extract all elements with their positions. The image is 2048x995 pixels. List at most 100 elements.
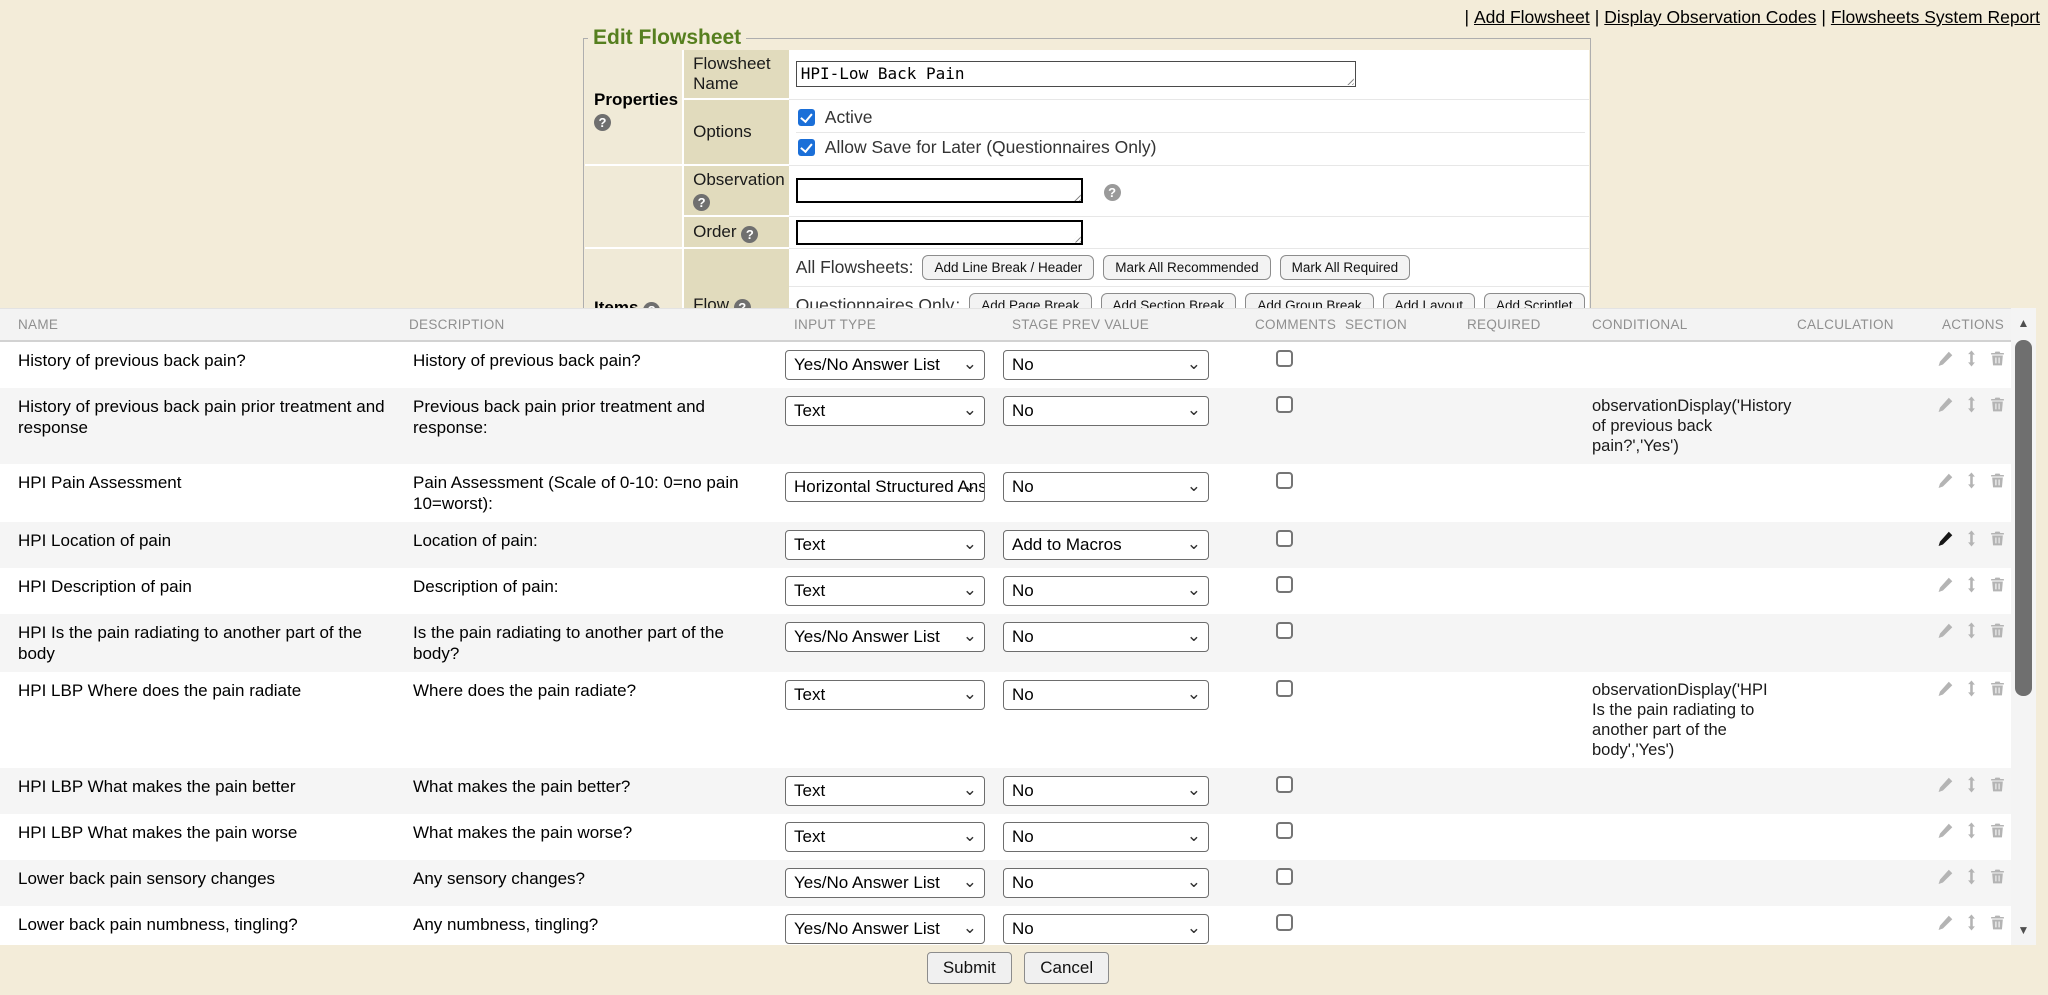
scrollbar-thumb[interactable] (2015, 340, 2032, 696)
delete-trash-icon[interactable] (1989, 914, 2006, 931)
edit-pencil-icon[interactable] (1937, 472, 1954, 489)
comments-checkbox[interactable] (1276, 622, 1293, 639)
comments-cell (1246, 464, 1336, 522)
delete-trash-icon[interactable] (1989, 576, 2006, 593)
option-checkbox-label: Allow Save for Later (Questionnaires Onl… (825, 137, 1157, 158)
comments-cell (1246, 906, 1336, 946)
edit-pencil-icon[interactable] (1937, 776, 1954, 793)
stage-prev-value-select[interactable]: No⌄ (1003, 576, 1209, 606)
reorder-updown-icon[interactable] (1963, 680, 1980, 697)
delete-trash-icon[interactable] (1989, 822, 2006, 839)
input-type-select[interactable]: Text⌄ (785, 530, 985, 560)
flowsheet-items-panel: NAMEDESCRIPTIONINPUT TYPESTAGE PREV VALU… (0, 308, 2036, 945)
delete-trash-icon[interactable] (1989, 530, 2006, 547)
top-link[interactable]: Display Observation Codes (1604, 7, 1816, 27)
mark-all-recommended-button[interactable]: Mark All Recommended (1103, 255, 1270, 280)
cancel-button[interactable]: Cancel (1024, 952, 1109, 984)
stage-prev-value-select[interactable]: No⌄ (1003, 868, 1209, 898)
comments-checkbox[interactable] (1276, 350, 1293, 367)
reorder-updown-icon[interactable] (1963, 576, 1980, 593)
reorder-updown-icon[interactable] (1963, 350, 1980, 367)
input-type-select[interactable]: Text⌄ (785, 822, 985, 852)
section-cell (1336, 906, 1458, 946)
scroll-up-icon[interactable]: ▲ (2011, 310, 2036, 336)
chevron-down-icon: ⌄ (1187, 823, 1201, 849)
submit-button[interactable]: Submit (927, 952, 1012, 984)
input-type-cell: Yes/No Answer List⌄ (785, 906, 1003, 946)
edit-pencil-icon[interactable] (1937, 576, 1954, 593)
column-header: INPUT TYPE (785, 309, 1003, 341)
reorder-updown-icon[interactable] (1963, 914, 1980, 931)
delete-trash-icon[interactable] (1989, 396, 2006, 413)
observation-field-help-icon[interactable]: ? (1104, 184, 1121, 201)
delete-trash-icon[interactable] (1989, 350, 2006, 367)
input-type-select[interactable]: Yes/No Answer List⌄ (785, 350, 985, 380)
edit-pencil-icon[interactable] (1937, 680, 1954, 697)
edit-pencil-icon[interactable] (1937, 622, 1954, 639)
comments-checkbox[interactable] (1276, 776, 1293, 793)
input-type-select[interactable]: Text⌄ (785, 776, 985, 806)
order-help-icon[interactable]: ? (741, 226, 758, 243)
edit-pencil-icon[interactable] (1937, 530, 1954, 547)
reorder-updown-icon[interactable] (1963, 396, 1980, 413)
delete-trash-icon[interactable] (1989, 868, 2006, 885)
observation-input[interactable] (796, 178, 1083, 203)
delete-trash-icon[interactable] (1989, 472, 2006, 489)
table-row: History of previous back pain?History of… (0, 341, 2011, 388)
reorder-updown-icon[interactable] (1963, 822, 1980, 839)
comments-checkbox[interactable] (1276, 530, 1293, 547)
input-type-select[interactable]: Text⌄ (785, 576, 985, 606)
flowsheet-name-input[interactable] (796, 61, 1356, 87)
scroll-down-icon[interactable]: ▼ (2011, 917, 2036, 943)
stage-prev-value-select[interactable]: No⌄ (1003, 776, 1209, 806)
comments-checkbox[interactable] (1276, 822, 1293, 839)
delete-trash-icon[interactable] (1989, 622, 2006, 639)
stage-prev-value-select[interactable]: No⌄ (1003, 914, 1209, 944)
input-type-select[interactable]: Yes/No Answer List⌄ (785, 622, 985, 652)
option-checkbox[interactable] (798, 109, 815, 126)
top-link[interactable]: Add Flowsheet (1474, 7, 1590, 27)
edit-pencil-icon[interactable] (1937, 396, 1954, 413)
input-type-select[interactable]: Yes/No Answer List⌄ (785, 914, 985, 944)
input-type-select[interactable]: Horizontal Structured Ans⌄ (785, 472, 985, 502)
select-value: No (1012, 919, 1034, 938)
stage-prev-value-select[interactable]: No⌄ (1003, 822, 1209, 852)
stage-prev-value-select[interactable]: No⌄ (1003, 680, 1209, 710)
comments-checkbox[interactable] (1276, 472, 1293, 489)
edit-pencil-icon[interactable] (1937, 868, 1954, 885)
delete-trash-icon[interactable] (1989, 776, 2006, 793)
reorder-updown-icon[interactable] (1963, 868, 1980, 885)
stage-prev-value-select[interactable]: Add to Macros⌄ (1003, 530, 1209, 560)
delete-trash-icon[interactable] (1989, 680, 2006, 697)
input-type-select[interactable]: Text⌄ (785, 680, 985, 710)
edit-pencil-icon[interactable] (1937, 914, 1954, 931)
calculation-cell (1788, 672, 1933, 768)
reorder-updown-icon[interactable] (1963, 776, 1980, 793)
order-input[interactable] (796, 220, 1083, 245)
options-label: Options (683, 99, 789, 165)
reorder-updown-icon[interactable] (1963, 472, 1980, 489)
edit-pencil-icon[interactable] (1937, 350, 1954, 367)
observation-help-icon[interactable]: ? (693, 194, 710, 211)
reorder-updown-icon[interactable] (1963, 530, 1980, 547)
add-line-break-header-button[interactable]: Add Line Break / Header (922, 255, 1094, 280)
stage-prev-value-select[interactable]: No⌄ (1003, 622, 1209, 652)
chevron-down-icon: ⌄ (1187, 623, 1201, 649)
properties-help-icon[interactable]: ? (594, 114, 611, 131)
comments-checkbox[interactable] (1276, 914, 1293, 931)
reorder-updown-icon[interactable] (1963, 622, 1980, 639)
input-type-select[interactable]: Text⌄ (785, 396, 985, 426)
comments-checkbox[interactable] (1276, 680, 1293, 697)
mark-all-required-button[interactable]: Mark All Required (1280, 255, 1411, 280)
comments-checkbox[interactable] (1276, 576, 1293, 593)
stage-prev-value-select[interactable]: No⌄ (1003, 472, 1209, 502)
stage-prev-value-select[interactable]: No⌄ (1003, 396, 1209, 426)
comments-checkbox[interactable] (1276, 396, 1293, 413)
comments-checkbox[interactable] (1276, 868, 1293, 885)
input-type-select[interactable]: Yes/No Answer List⌄ (785, 868, 985, 898)
stage-prev-value-select[interactable]: No⌄ (1003, 350, 1209, 380)
edit-pencil-icon[interactable] (1937, 822, 1954, 839)
item-description: Where does the pain radiate? (413, 681, 636, 700)
option-checkbox[interactable] (798, 139, 815, 156)
top-link[interactable]: Flowsheets System Report (1831, 7, 2040, 27)
